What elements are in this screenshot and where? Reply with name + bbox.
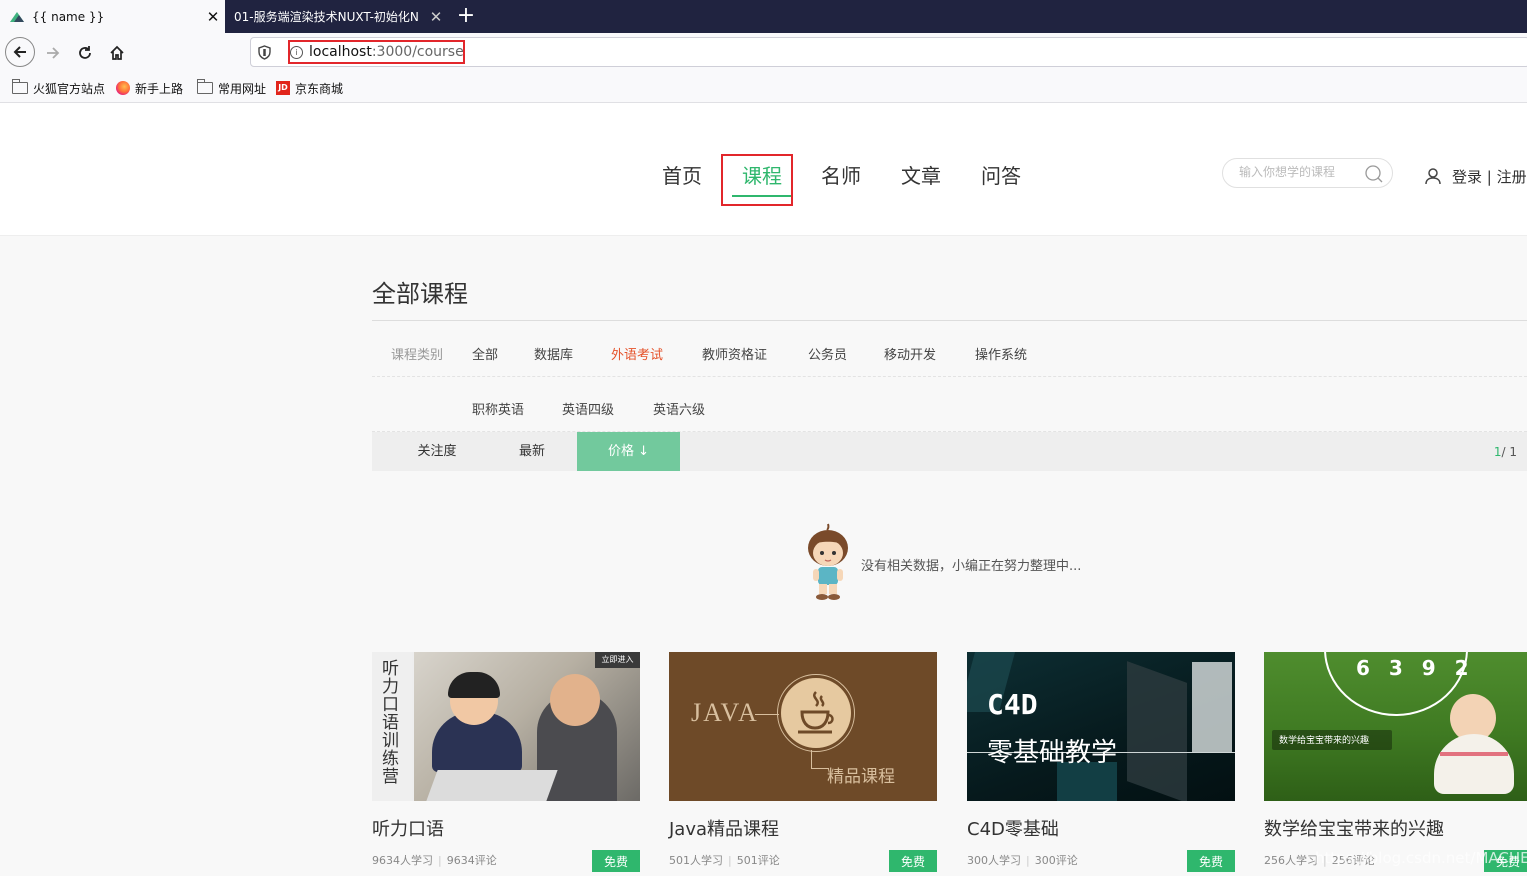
jd-logo-icon: JD (276, 81, 290, 95)
thumbnail-numbers: 6 3 9 2 (1356, 656, 1475, 680)
sort-newest[interactable]: 最新 (482, 432, 582, 471)
login-register-link[interactable]: 登录 | 注册 (1452, 166, 1527, 187)
course-card[interactable]: C4D 零基础教学 C4D零基础 300人学习 | 300评论 免费 (967, 652, 1235, 872)
course-thumbnail[interactable]: 6 3 9 2 数学给宝宝带来的兴趣 (1264, 652, 1527, 801)
free-badge: 免费 (1187, 850, 1235, 872)
subcategory-cet4[interactable]: 英语四级 (562, 399, 614, 418)
bookmark-firefox-site[interactable]: 火狐官方站点 (12, 79, 106, 96)
back-arrow-icon[interactable] (5, 37, 35, 67)
site-header: 首页 课程 名师 文章 问答 登录 | 注册 (0, 103, 1527, 236)
search-box (1222, 158, 1393, 188)
course-card[interactable]: JAVA 精品课程 Java精品课程 501人学习 | 501评论 免费 (669, 652, 937, 872)
browser-tab-bar: {{ name }} ✕ 01-服务端渲染技术NUXT-初始化N ✕ + (0, 0, 1527, 33)
divider (372, 376, 1527, 377)
course-meta: 501人学习 | 501评论 (669, 854, 780, 867)
course-title[interactable]: 听力口语 (372, 815, 444, 841)
page-title: 全部课程 (372, 280, 468, 308)
folder-icon (197, 79, 213, 94)
browser-toolbar (0, 33, 1527, 73)
divider (372, 320, 1527, 321)
forward-arrow-icon[interactable] (38, 38, 68, 68)
bookmark-getting-started[interactable]: 新手上路 (116, 80, 183, 96)
thumbnail-java-text: JAVA (691, 698, 759, 727)
nav-article[interactable]: 文章 (901, 160, 941, 189)
firefox-icon (116, 81, 130, 95)
browser-tab-active[interactable]: {{ name }} ✕ (0, 0, 225, 33)
browser-tab-inactive[interactable]: 01-服务端渲染技术NUXT-初始化N ✕ (226, 0, 448, 33)
pager-current: 1 (1493, 445, 1502, 459)
nav-home[interactable]: 首页 (662, 160, 702, 189)
course-meta: 9634人学习 | 9634评论 (372, 854, 497, 867)
thumbnail-corner-label: 立即进入 (595, 652, 640, 668)
category-all[interactable]: 全部 (472, 344, 498, 363)
bookmark-label: 京东商城 (295, 81, 344, 96)
pagination-indicator: 1/ 1 (1494, 432, 1517, 472)
free-badge: 免费 (889, 850, 937, 872)
category-os[interactable]: 操作系统 (975, 344, 1027, 363)
bookmarks-bar: 火狐官方站点 新手上路 常用网址 JD 京东商城 (0, 73, 1527, 103)
empty-state-boy-icon (808, 523, 848, 600)
user-icon (1425, 168, 1441, 185)
course-card[interactable]: 6 3 9 2 数学给宝宝带来的兴趣 数学给宝宝带来的兴趣 256人学习 | 256… (1264, 652, 1527, 872)
thumbnail-vertical-text: 听力口语训练营 (382, 659, 399, 787)
course-thumbnail[interactable]: 听力口语训练营 立即进入 (372, 652, 640, 801)
java-cup-icon (798, 691, 834, 734)
category-teacher-cert[interactable]: 教师资格证 (702, 344, 767, 363)
category-database[interactable]: 数据库 (534, 344, 573, 363)
nav-qa[interactable]: 问答 (981, 160, 1021, 189)
free-badge: 免费 (592, 850, 640, 872)
reload-icon[interactable] (70, 38, 100, 68)
tab-title: 01-服务端渲染技术NUXT-初始化N (234, 10, 419, 24)
nav-annotation-box (721, 154, 793, 206)
search-icon[interactable] (1364, 164, 1384, 184)
course-thumbnail[interactable]: C4D 零基础教学 (967, 652, 1235, 801)
course-thumbnail[interactable]: JAVA 精品课程 (669, 652, 937, 801)
bookmark-common-sites[interactable]: 常用网址 (197, 79, 267, 96)
category-mobile-dev[interactable]: 移动开发 (884, 344, 936, 363)
bookmark-label: 常用网址 (218, 81, 267, 96)
course-meta: 300人学习 | 300评论 (967, 854, 1078, 867)
bookmark-label: 新手上路 (135, 81, 184, 96)
folder-icon (12, 79, 28, 94)
category-civil-servant[interactable]: 公务员 (808, 344, 847, 363)
bookmark-label: 火狐官方站点 (33, 81, 106, 96)
course-title[interactable]: Java精品课程 (669, 815, 779, 841)
thumbnail-caption: 数学给宝宝带来的兴趣 (1279, 736, 1370, 746)
thumbnail-c4d-text: C4D (987, 688, 1038, 721)
nav-teacher[interactable]: 名师 (821, 160, 861, 189)
new-tab-plus-icon[interactable]: + (452, 0, 480, 33)
close-tab-icon[interactable]: ✕ (201, 8, 225, 26)
course-title[interactable]: C4D零基础 (967, 815, 1059, 841)
subcategory-cet6[interactable]: 英语六级 (653, 399, 705, 418)
category-label: 课程类别 (391, 348, 444, 363)
close-tab-icon[interactable]: ✕ (424, 8, 448, 26)
empty-state-text: 没有相关数据，小编正在努力整理中... (861, 559, 1082, 574)
vue-logo-icon (10, 11, 24, 22)
shield-icon[interactable] (258, 45, 271, 60)
tab-title: {{ name }} (32, 9, 105, 24)
thumbnail-subtitle: 零基础教学 (987, 738, 1118, 768)
thumbnail-subtitle: 精品课程 (827, 767, 895, 787)
bookmark-jd[interactable]: JD 京东商城 (276, 80, 343, 96)
category-foreign-language[interactable]: 外语考试 (611, 344, 663, 363)
sort-bar: 关注度 最新 价格 ↓ 1/ 1 (372, 432, 1527, 471)
csdn-watermark: https://blog.csdn.net/MACHENIC (1315, 849, 1527, 867)
search-input[interactable] (1237, 164, 1361, 180)
pager-total: / 1 (1501, 445, 1518, 459)
sort-price[interactable]: 价格 ↓ (577, 432, 680, 471)
subcategory-professional-english[interactable]: 职称英语 (472, 399, 524, 418)
home-icon[interactable] (102, 38, 132, 68)
course-card[interactable]: 听力口语训练营 立即进入 听力口语 9634人学习 | 9634评论 免费 (372, 652, 640, 872)
url-annotation-box (288, 40, 465, 64)
course-title[interactable]: 数学给宝宝带来的兴趣 (1264, 815, 1444, 841)
